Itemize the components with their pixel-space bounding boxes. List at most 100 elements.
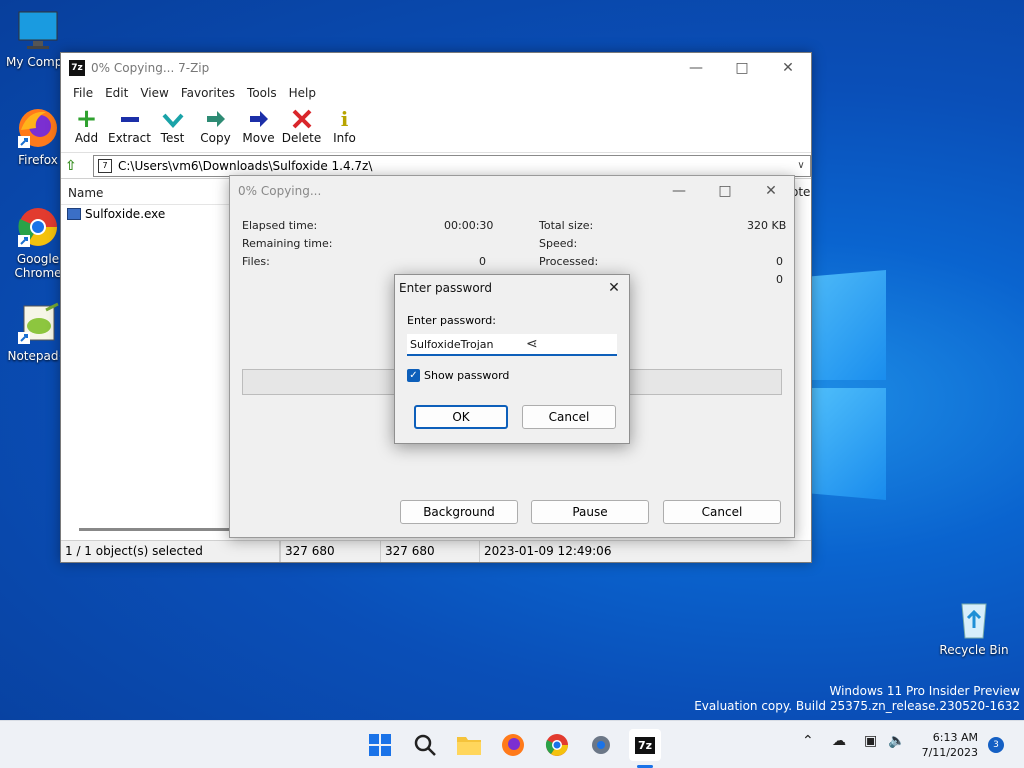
plus-icon: + [75, 104, 98, 134]
files-value: 0 [479, 255, 486, 268]
clock[interactable]: 6:13 AM 7/11/2023 [918, 730, 978, 760]
info-button[interactable]: i Info [323, 103, 366, 152]
cancel-copy-button[interactable]: Cancel [663, 500, 781, 524]
chrome-icon [16, 205, 60, 249]
total-size-value: 320 KB [747, 219, 787, 232]
add-button[interactable]: + Add [65, 103, 108, 152]
status-selected: 1 / 1 object(s) selected [61, 541, 280, 562]
watermark-line2: Evaluation copy. Build 25375.zn_release.… [694, 699, 1020, 713]
recycle-bin-icon [952, 596, 996, 640]
archive-icon: 7 [98, 158, 112, 173]
maximize-button[interactable]: □ [702, 183, 748, 199]
copy-button[interactable]: Copy [194, 103, 237, 152]
minimize-button[interactable]: — [656, 183, 702, 199]
clock-time: 6:13 AM [932, 731, 978, 744]
status-packed: 327 680 [381, 541, 480, 562]
notification-badge[interactable]: 3 [988, 737, 1004, 753]
window-title: 0% Copying... 7-Zip [91, 61, 210, 75]
text-cursor-icon: ⋖ [526, 336, 538, 352]
gear-icon [592, 736, 610, 754]
up-folder-icon[interactable]: ⇧ [65, 158, 85, 174]
start-button[interactable] [364, 729, 396, 761]
watermark-line1: Windows 11 Pro Insider Preview [829, 684, 1020, 698]
chevron-down-icon[interactable]: ∨ [792, 160, 810, 171]
copy-dialog-title: 0% Copying... [238, 184, 322, 198]
info-icon: i [340, 107, 349, 131]
chrome-taskbar-button[interactable] [541, 729, 573, 761]
close-button[interactable]: ✕ [748, 183, 794, 199]
close-button[interactable]: ✕ [765, 60, 811, 76]
desktop-icon-recycle-bin[interactable]: Recycle Bin [938, 596, 1010, 657]
show-password-label: Show password [424, 369, 510, 382]
toolbar: + Add Extract Test Copy Move Delete i In… [61, 103, 811, 153]
processed-label: Processed: [539, 255, 599, 268]
firefox-taskbar-button[interactable] [497, 729, 529, 761]
menu-tools[interactable]: Tools [241, 86, 283, 100]
move-arrow-icon [237, 107, 280, 131]
wallpaper-windows-logo [808, 270, 886, 500]
delete-button[interactable]: Delete [280, 103, 323, 152]
total-size-label: Total size: [539, 219, 594, 232]
check-icon [151, 107, 194, 131]
password-dialog: Enter password ✕ Enter password: ⋖ ✓ Sho… [394, 274, 630, 444]
horizontal-scrollbar[interactable] [79, 528, 239, 531]
maximize-button[interactable]: □ [719, 60, 765, 76]
network-icon[interactable]: ▣ [864, 733, 877, 749]
address-bar[interactable]: 7 C:\Users\vm6\Downloads\Sulfoxide 1.4.7… [93, 154, 811, 177]
extract-button[interactable]: Extract [108, 103, 151, 152]
background-button[interactable]: Background [400, 500, 518, 524]
search-icon [414, 734, 436, 756]
clock-date: 7/11/2023 [921, 746, 978, 759]
password-dialog-titlebar[interactable]: Enter password ✕ [395, 275, 629, 301]
move-button[interactable]: Move [237, 103, 280, 152]
copy-dialog-titlebar[interactable]: 0% Copying... — □ ✕ [230, 176, 794, 206]
menu-favorites[interactable]: Favorites [175, 86, 241, 100]
password-dialog-title: Enter password [399, 281, 492, 295]
copy-arrow-icon [194, 107, 237, 131]
cancel-button[interactable]: Cancel [522, 405, 616, 429]
menu-file[interactable]: File [67, 86, 99, 100]
file-name: Sulfoxide.exe [85, 207, 166, 221]
desktop-icon-label: Recycle Bin [939, 643, 1009, 657]
ok-button[interactable]: OK [414, 405, 508, 429]
column-header-name[interactable]: Name [61, 181, 231, 205]
speed-label: Speed: [539, 237, 578, 250]
password-input[interactable] [407, 334, 617, 356]
test-button[interactable]: Test [151, 103, 194, 152]
search-button[interactable] [409, 729, 441, 761]
elapsed-label: Elapsed time: [242, 219, 318, 232]
status-size: 327 680 [280, 541, 381, 562]
firefox-icon [502, 734, 524, 756]
show-password-checkbox[interactable]: ✓ Show password [407, 369, 509, 382]
minus-icon [108, 107, 151, 131]
chrome-icon [545, 734, 568, 756]
7zip-app-icon: 7z [69, 60, 85, 76]
folder-icon [457, 737, 481, 755]
menu-help[interactable]: Help [283, 86, 322, 100]
close-icon[interactable]: ✕ [599, 280, 629, 296]
remaining-label: Remaining time: [242, 237, 333, 250]
menu-view[interactable]: View [134, 86, 174, 100]
status-modified: 2023-01-09 12:49:06 [484, 544, 612, 558]
status-bar: 1 / 1 object(s) selected 327 680 327 680… [61, 540, 811, 562]
files-label: Files: [242, 255, 270, 268]
file-explorer-button[interactable] [453, 729, 485, 761]
evaluation-watermark: Windows 11 Pro Insider Preview Evaluatio… [694, 684, 1020, 714]
pause-button[interactable]: Pause [531, 500, 649, 524]
volume-icon[interactable]: 🔈 [888, 733, 905, 749]
list-item[interactable]: Sulfoxide.exe [67, 207, 165, 221]
processed-value: 0 [776, 255, 783, 268]
elapsed-value: 00:00:30 [444, 219, 494, 232]
monitor-icon [16, 8, 60, 52]
chevron-up-icon[interactable]: ⌃ [802, 733, 814, 749]
7zip-taskbar-button[interactable]: 7z [629, 729, 661, 761]
titlebar[interactable]: 7z 0% Copying... 7-Zip — □ ✕ [61, 53, 811, 83]
notepadpp-icon [16, 302, 60, 346]
x-icon [280, 107, 323, 131]
settings-taskbar-button[interactable] [585, 729, 617, 761]
password-label: Enter password: [407, 314, 496, 327]
menu-edit[interactable]: Edit [99, 86, 134, 100]
cloud-off-icon[interactable]: ☁ [832, 733, 846, 749]
minimize-button[interactable]: — [673, 60, 719, 76]
windows-start-icon [369, 734, 391, 756]
